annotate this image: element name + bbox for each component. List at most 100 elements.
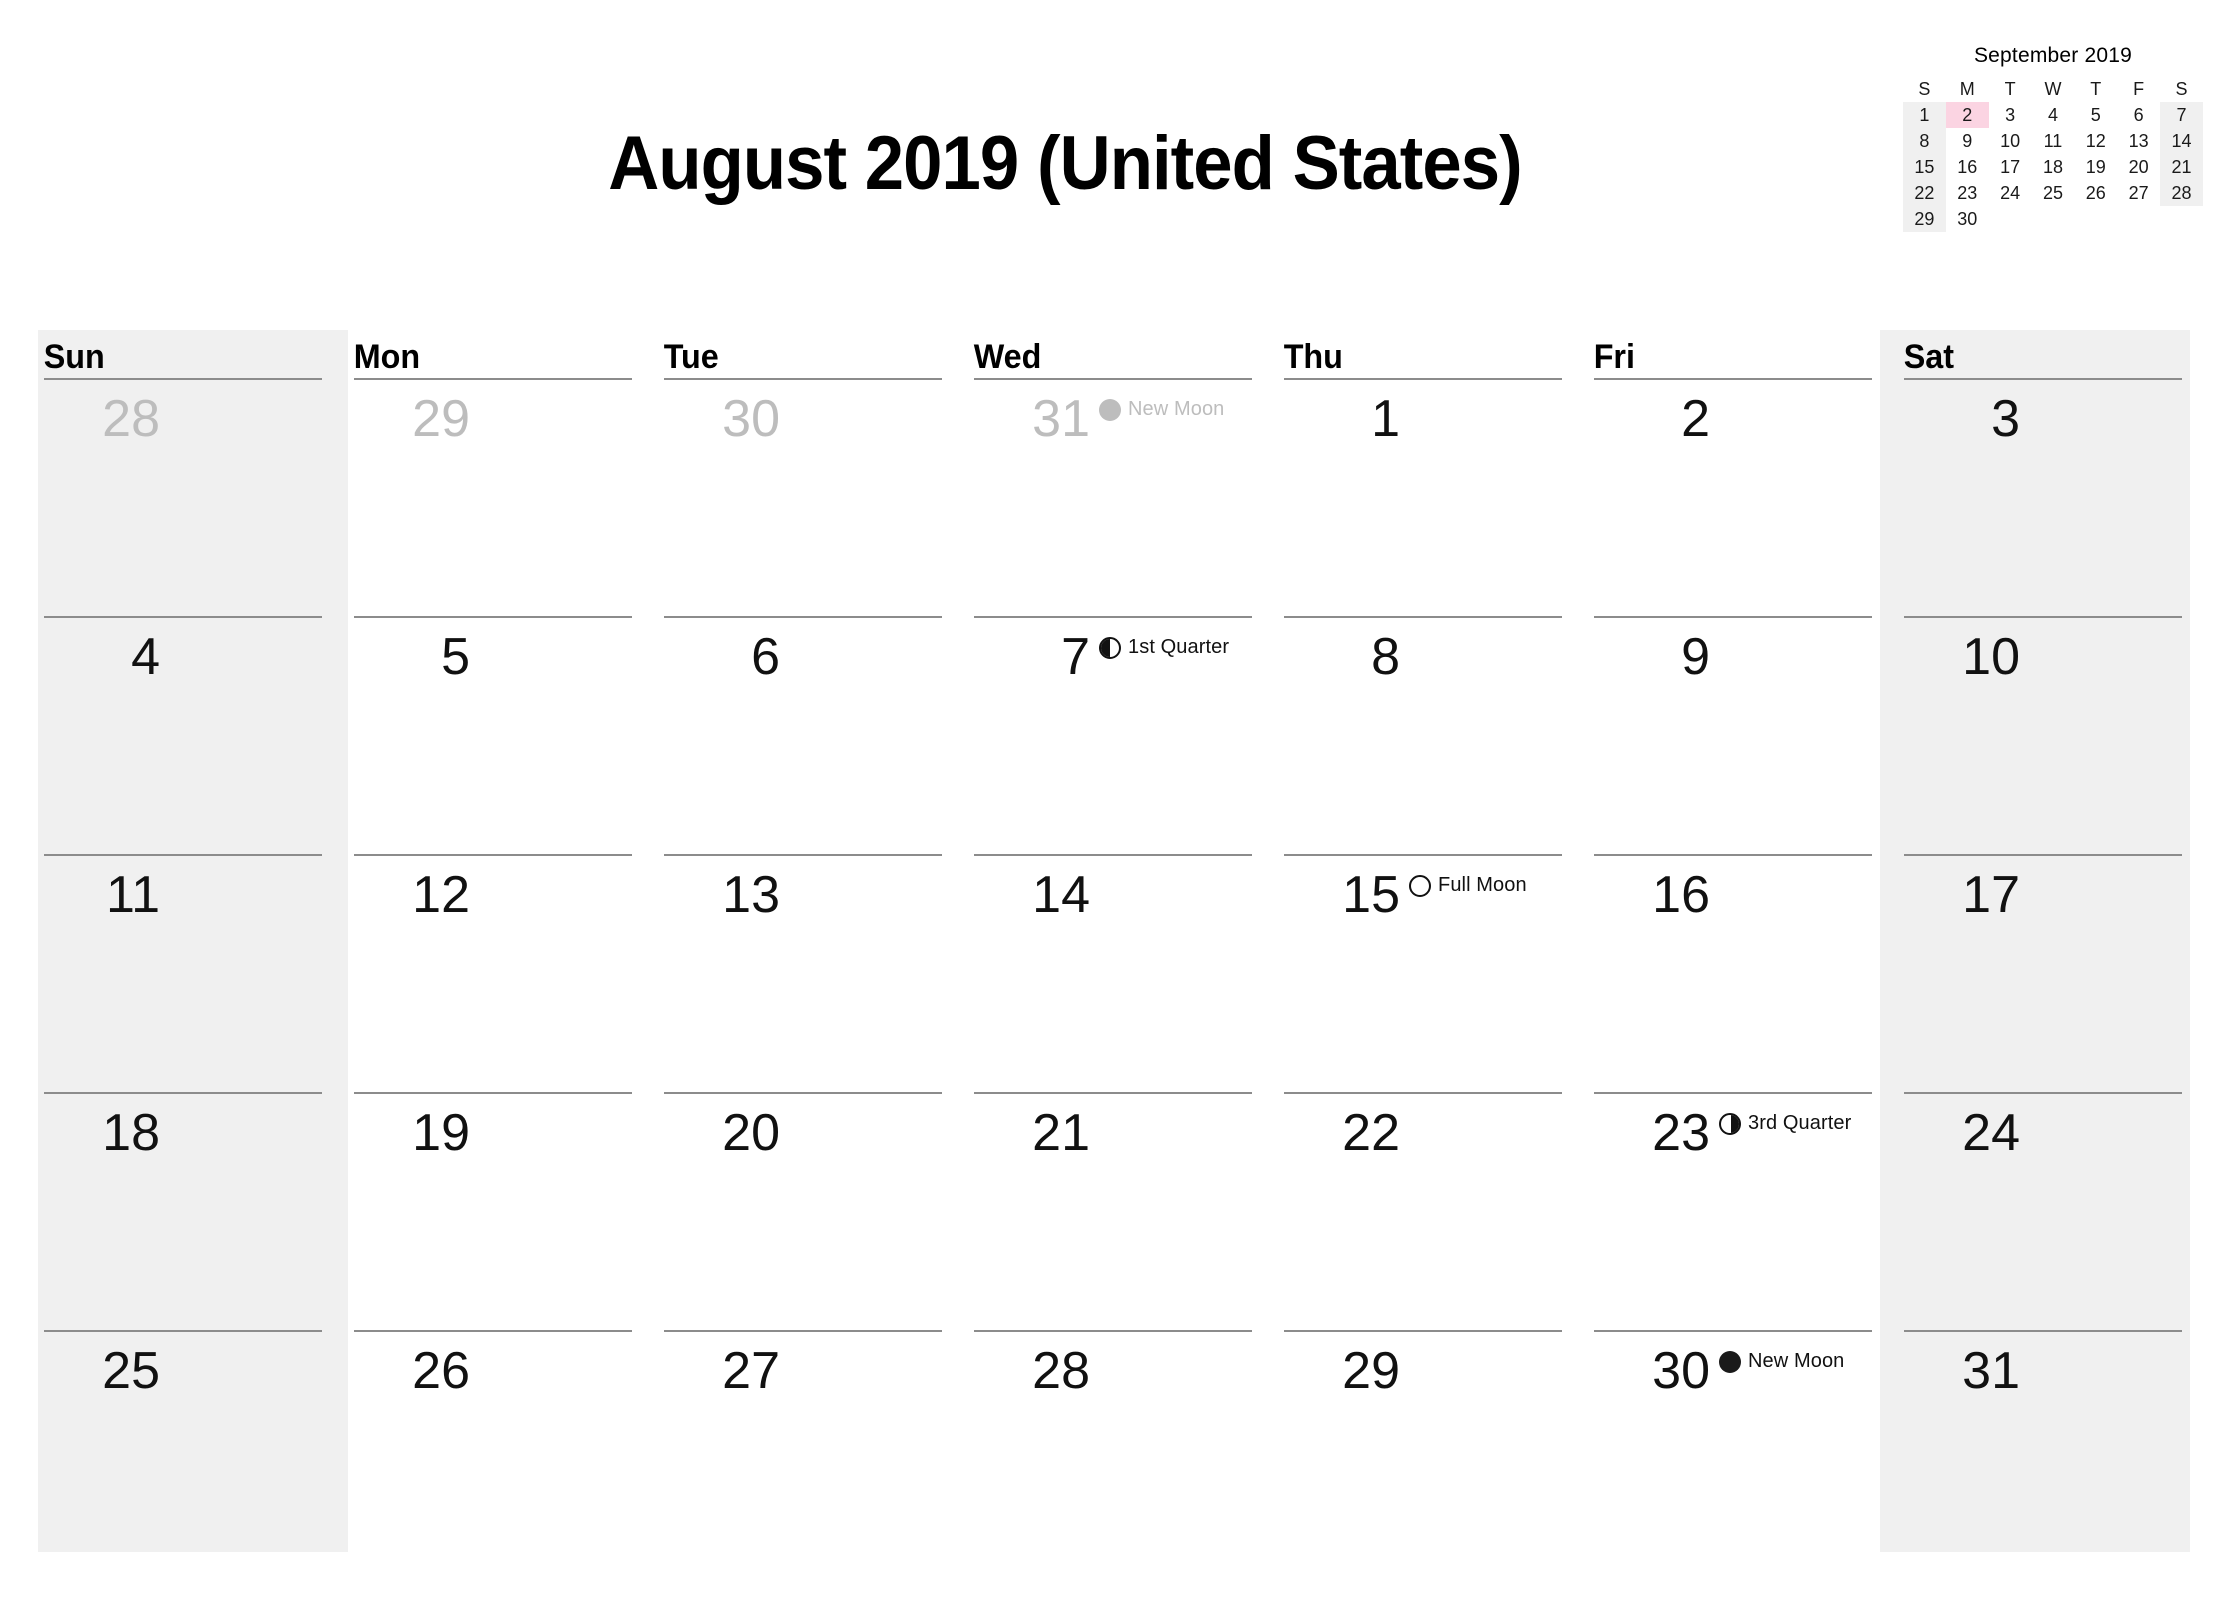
mini-month-day-9[interactable]: 9: [1946, 128, 1989, 154]
day-cell-31[interactable]: 31: [1898, 1330, 2208, 1568]
day-cell-21[interactable]: 21: [968, 1092, 1278, 1330]
day-cell-rule: [1904, 378, 2182, 380]
day-cell-30[interactable]: 30 New Moon: [1588, 1330, 1898, 1568]
day-cell-16[interactable]: 16: [1588, 854, 1898, 1092]
mini-month-day-23[interactable]: 23: [1946, 180, 1989, 206]
mini-month-day-3[interactable]: 3: [1989, 102, 2032, 128]
day-cell-10[interactable]: 10: [1898, 616, 2208, 854]
mini-month-day-10[interactable]: 10: [1989, 128, 2032, 154]
mini-month-day-11[interactable]: 11: [2032, 128, 2075, 154]
day-cell-11[interactable]: 11: [38, 854, 348, 1092]
day-cell-25[interactable]: 25: [38, 1330, 348, 1568]
day-cell-7[interactable]: 7 1st Quarter: [968, 616, 1278, 854]
moon-phase-label: 3rd Quarter: [1748, 1112, 1852, 1134]
mini-month-day-4[interactable]: 4: [2032, 102, 2075, 128]
day-cell-19[interactable]: 19: [348, 1092, 658, 1330]
mini-month-day-empty: [2160, 206, 2203, 232]
day-cell-2[interactable]: 2: [1588, 378, 1898, 616]
day-cell-27[interactable]: 27: [658, 1330, 968, 1568]
day-cell-30[interactable]: 30: [658, 378, 968, 616]
mini-month-dow-0: S: [1918, 79, 1931, 99]
day-cell-17[interactable]: 17: [1898, 854, 2208, 1092]
moon-phase-label: 1st Quarter: [1128, 636, 1230, 658]
mini-month-calendar: September 2019 SMTWTFS 1 2 3 4 5 6 7 8 9 10 11 12 13…: [1903, 44, 2203, 232]
day-number: 20: [722, 1104, 780, 1162]
mini-month-day-14[interactable]: 14: [2160, 128, 2203, 154]
mini-month-day-22[interactable]: 22: [1903, 180, 1946, 206]
mini-month-day-17[interactable]: 17: [1989, 154, 2032, 180]
day-cell-rule: [974, 854, 1252, 856]
mini-month-day-1[interactable]: 1: [1903, 102, 1946, 128]
mini-month-title: September 2019: [1973, 44, 2133, 67]
day-cell-1[interactable]: 1: [1278, 378, 1588, 616]
day-cell-4[interactable]: 4: [38, 616, 348, 854]
mini-month-day-30[interactable]: 30: [1946, 206, 1989, 232]
weekday-header-thu: Thu: [1283, 338, 1343, 376]
mini-month-day-19[interactable]: 19: [2074, 154, 2117, 180]
moon-first-icon: [1099, 636, 1121, 659]
moon-phase-label: New Moon: [1128, 398, 1225, 420]
mini-month-day-2[interactable]: 2: [1945, 102, 1989, 128]
mini-month-day-8[interactable]: 8: [1903, 128, 1946, 154]
day-cell-rule: [354, 616, 632, 618]
day-cell-24[interactable]: 24: [1898, 1092, 2208, 1330]
day-cell-15[interactable]: 15 Full Moon: [1278, 854, 1588, 1092]
day-cell-rule: [664, 378, 942, 380]
day-cell-5[interactable]: 5: [348, 616, 658, 854]
mini-month-week-row: 22 23 24 25 26 27 28: [1903, 180, 2203, 206]
day-cell-rule: [44, 378, 322, 380]
mini-month-day-12[interactable]: 12: [2074, 128, 2117, 154]
day-cell-23[interactable]: 23 3rd Quarter: [1588, 1092, 1898, 1330]
day-cell-9[interactable]: 9: [1588, 616, 1898, 854]
mini-month-day-16[interactable]: 16: [1946, 154, 1989, 180]
day-number: 16: [1652, 866, 1710, 924]
mini-month-day-20[interactable]: 20: [2117, 154, 2160, 180]
day-number: 3: [1991, 390, 2020, 448]
day-number: 9: [1681, 628, 1710, 686]
mini-month-day-5[interactable]: 5: [2074, 102, 2117, 128]
day-cell-8[interactable]: 8: [1278, 616, 1588, 854]
day-number: 31: [1962, 1342, 2020, 1400]
day-cell-rule: [354, 378, 632, 380]
day-cell-20[interactable]: 20: [658, 1092, 968, 1330]
day-number: 4: [131, 628, 160, 686]
day-cell-26[interactable]: 26: [348, 1330, 658, 1568]
day-cell-29[interactable]: 29: [348, 378, 658, 616]
mini-month-day-28[interactable]: 28: [2160, 180, 2203, 206]
day-cell-28[interactable]: 28: [968, 1330, 1278, 1568]
mini-month-day-empty: [2117, 206, 2160, 232]
day-number: 6: [751, 628, 780, 686]
mini-month-day-7[interactable]: 7: [2160, 102, 2203, 128]
mini-month-day-18[interactable]: 18: [2032, 154, 2075, 180]
mini-month-body: 1 2 3 4 5 6 7 8 9 10 11 12 13 14 15 16 17 18 19 20 21 22 23 24 2…: [1903, 102, 2203, 232]
mini-month-day-13[interactable]: 13: [2117, 128, 2160, 154]
day-cell-31[interactable]: 31 New Moon: [968, 378, 1278, 616]
day-cell-rule: [974, 1092, 1252, 1094]
day-cell-6[interactable]: 6: [658, 616, 968, 854]
page-title: August 2019 (United States): [608, 121, 1522, 206]
mini-month-day-15[interactable]: 15: [1903, 154, 1946, 180]
day-cell-18[interactable]: 18: [38, 1092, 348, 1330]
mini-month-day-26[interactable]: 26: [2074, 180, 2117, 206]
weekday-header-tue: Tue: [663, 338, 719, 376]
day-cell-14[interactable]: 14: [968, 854, 1278, 1092]
mini-month-day-25[interactable]: 25: [2032, 180, 2075, 206]
mini-month-day-6[interactable]: 6: [2117, 102, 2160, 128]
day-cell-3[interactable]: 3: [1898, 378, 2208, 616]
mini-month-day-29[interactable]: 29: [1903, 206, 1946, 232]
mini-month-day-21[interactable]: 21: [2160, 154, 2203, 180]
day-cell-rule: [1594, 616, 1872, 618]
day-cell-rule: [1284, 378, 1562, 380]
day-cell-28[interactable]: 28: [38, 378, 348, 616]
day-cell-29[interactable]: 29: [1278, 1330, 1588, 1568]
mini-month-day-27[interactable]: 27: [2117, 180, 2160, 206]
day-cell-rule: [1594, 1092, 1872, 1094]
day-cell-13[interactable]: 13: [658, 854, 968, 1092]
mini-month-dow-2: T: [2004, 79, 2016, 99]
day-number: 26: [412, 1342, 470, 1400]
day-number: 12: [412, 866, 470, 924]
day-cell-22[interactable]: 22: [1278, 1092, 1588, 1330]
day-cell-rule: [974, 1330, 1252, 1332]
day-cell-12[interactable]: 12: [348, 854, 658, 1092]
mini-month-day-24[interactable]: 24: [1989, 180, 2032, 206]
